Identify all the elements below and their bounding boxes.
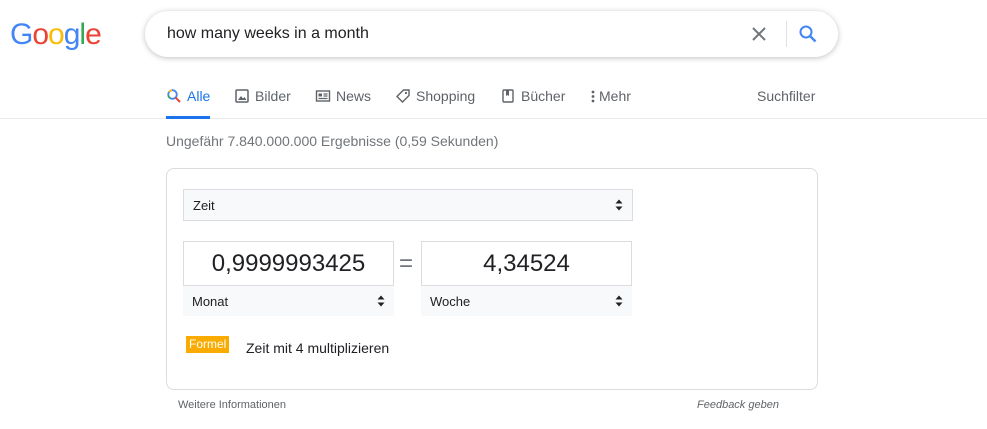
- result-stats: Ungefähr 7.840.000.000 Ergebnisse (0,59 …: [166, 133, 499, 149]
- select-arrows-icon: [615, 198, 623, 212]
- feedback-link[interactable]: Feedback geben: [697, 399, 779, 412]
- logo-letter: g: [63, 18, 81, 51]
- select-arrows-icon: [377, 294, 385, 308]
- more-info-link[interactable]: Weitere Informationen: [178, 399, 286, 412]
- logo-letter: G: [10, 18, 33, 51]
- from-value-input[interactable]: [184, 242, 393, 286]
- category-select[interactable]: Zeit: [183, 189, 633, 221]
- search-icon: [166, 88, 182, 104]
- formula-badge: Formel: [186, 336, 230, 353]
- more-vert-icon: [589, 88, 597, 104]
- to-unit-box: Woche: [421, 241, 632, 316]
- search-box: [145, 11, 838, 57]
- header: Google Alle: [0, 0, 987, 119]
- from-unit-value: Monat: [192, 293, 229, 309]
- tab-buecher[interactable]: Bücher: [500, 87, 565, 119]
- book-icon: [500, 88, 516, 104]
- news-icon: [315, 88, 331, 104]
- select-arrows-icon: [615, 294, 623, 308]
- suchfilter-button[interactable]: Suchfilter: [757, 87, 815, 105]
- unit-converter-card: Zeit Monat = Woche: [166, 168, 818, 390]
- search-divider: [786, 21, 787, 47]
- category-value: Zeit: [193, 197, 215, 213]
- to-value-input[interactable]: [422, 242, 631, 286]
- to-unit-select[interactable]: Woche: [421, 285, 632, 316]
- from-unit-select[interactable]: Monat: [183, 285, 394, 316]
- equals-sign: =: [399, 250, 414, 277]
- logo-letter: o: [32, 18, 49, 51]
- logo-letter: o: [48, 18, 65, 51]
- to-unit-value: Woche: [430, 293, 471, 309]
- from-unit-box: Monat: [183, 241, 394, 316]
- google-logo[interactable]: Google: [10, 18, 102, 52]
- tab-shopping[interactable]: Shopping: [395, 87, 475, 119]
- tab-label: Alle: [187, 88, 211, 104]
- tab-alle[interactable]: Alle: [166, 87, 210, 119]
- search-input[interactable]: [167, 24, 727, 44]
- tab-label: Bücher: [521, 88, 566, 104]
- tab-label: Bilder: [255, 88, 291, 104]
- logo-letter: e: [85, 18, 102, 51]
- tab-bilder[interactable]: Bilder: [234, 87, 291, 119]
- tag-icon: [395, 88, 411, 104]
- search-icon[interactable]: [798, 24, 818, 44]
- formula-text: Zeit mit 4 multiplizieren: [246, 340, 390, 356]
- tab-news[interactable]: News: [315, 87, 371, 119]
- tab-label: News: [336, 88, 372, 104]
- tab-mehr[interactable]: Mehr: [589, 87, 631, 119]
- tab-label: Shopping: [416, 88, 476, 104]
- tab-label: Mehr: [599, 88, 631, 104]
- image-icon: [234, 88, 250, 104]
- close-icon[interactable]: [749, 24, 769, 44]
